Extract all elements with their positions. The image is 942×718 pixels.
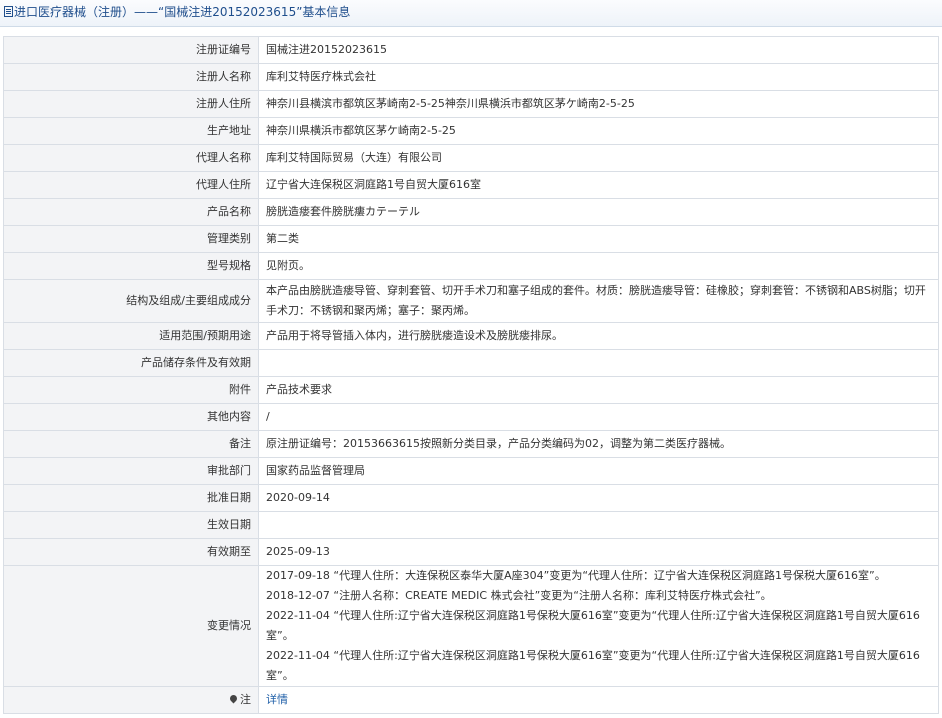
structure-value: 本产品由膀胱造瘘导管、穿刺套管、切开手术刀和塞子组成的套件。材质：膀胱造瘘导管：… [258, 279, 939, 323]
table-row: 型号规格 见附页。 [3, 252, 939, 280]
table-row: 结构及组成/主要组成成分 本产品由膀胱造瘘导管、穿刺套管、切开手术刀和塞子组成的… [3, 279, 939, 323]
approval-date-label: 批准日期 [3, 484, 259, 512]
document-icon [4, 6, 13, 17]
model-value: 见附页。 [258, 252, 939, 280]
note-value: 详情 [258, 686, 939, 714]
scope-value: 产品用于将导管插入体内，进行膀胱瘘造设术及膀胱瘘排尿。 [258, 322, 939, 350]
expiry-date-value: 2025-09-13 [258, 538, 939, 566]
product-name-value: 膀胱造瘘套件膀胱瘻カテーテル [258, 198, 939, 226]
table-row: 注册人名称 库利艾特医疗株式会社 [3, 63, 939, 91]
expiry-date-label: 有效期至 [3, 538, 259, 566]
table-row: 生效日期 [3, 511, 939, 539]
change-entry: 2022-11-04 “代理人住所:辽宁省大连保税区洞庭路1号保税大厦616室”… [266, 649, 920, 682]
agent-name-label: 代理人名称 [3, 144, 259, 172]
product-name-label: 产品名称 [3, 198, 259, 226]
table-row: 注册证编号 国械注进20152023615 [3, 36, 939, 64]
table-row: 注 详情 [3, 686, 939, 714]
storage-label: 产品储存条件及有效期 [3, 349, 259, 377]
approval-date-value: 2020-09-14 [258, 484, 939, 512]
reg-no-label: 注册证编号 [3, 36, 259, 64]
table-row: 审批部门 国家药品监督管理局 [3, 457, 939, 485]
effective-date-value [258, 511, 939, 539]
storage-value [258, 349, 939, 377]
production-address-value: 神奈川県横浜市都筑区茅ケ崎南2-5-25 [258, 117, 939, 145]
page-header: 进口医疗器械（注册）——“国械注进20152023615”基本信息 [0, 0, 942, 27]
table-row: 有效期至 2025-09-13 [3, 538, 939, 566]
table-row: 产品名称 膀胱造瘘套件膀胱瘻カテーテル [3, 198, 939, 226]
structure-label: 结构及组成/主要组成成分 [3, 279, 259, 323]
note-label: 注 [240, 693, 251, 706]
location-pin-icon [228, 693, 239, 704]
table-row: 代理人住所 辽宁省大连保税区洞庭路1号自贸大厦616室 [3, 171, 939, 199]
changes-label: 变更情况 [3, 565, 259, 687]
table-row: 代理人名称 库利艾特国际贸易（大连）有限公司 [3, 144, 939, 172]
change-entry: 2018-12-07 “注册人名称：CREATE MEDIC 株式会社”变更为“… [266, 589, 772, 602]
other-label: 其他内容 [3, 403, 259, 431]
table-row: 备注 原注册证编号：20153663615按照新分类目录，产品分类编码为02，调… [3, 430, 939, 458]
table-row: 产品储存条件及有效期 [3, 349, 939, 377]
agent-address-value: 辽宁省大连保税区洞庭路1号自贸大厦616室 [258, 171, 939, 199]
table-row: 生产地址 神奈川県横浜市都筑区茅ケ崎南2-5-25 [3, 117, 939, 145]
model-label: 型号规格 [3, 252, 259, 280]
registrant-name-value: 库利艾特医疗株式会社 [258, 63, 939, 91]
change-entry: 2022-11-04 “代理人住所:辽宁省大连保税区洞庭路1号保税大厦616室”… [266, 609, 920, 642]
table-row: 其他内容 / [3, 403, 939, 431]
details-link[interactable]: 详情 [266, 693, 288, 706]
approval-dept-value: 国家药品监督管理局 [258, 457, 939, 485]
info-table: 注册证编号 国械注进20152023615 注册人名称 库利艾特医疗株式会社 注… [3, 36, 939, 714]
table-row: 管理类别 第二类 [3, 225, 939, 253]
registrant-address-value: 神奈川县横滨市都筑区茅崎南2-5-25神奈川県横浜市都筑区茅ケ崎南2-5-25 [258, 90, 939, 118]
table-row: 变更情况 2017-09-18 “代理人住所：大连保税区泰华大厦A座304”变更… [3, 565, 939, 687]
approval-dept-label: 审批部门 [3, 457, 259, 485]
change-entry: 2017-09-18 “代理人住所：大连保税区泰华大厦A座304”变更为“代理人… [266, 569, 886, 582]
table-row: 附件 产品技术要求 [3, 376, 939, 404]
category-label: 管理类别 [3, 225, 259, 253]
table-row: 注册人住所 神奈川县横滨市都筑区茅崎南2-5-25神奈川県横浜市都筑区茅ケ崎南2… [3, 90, 939, 118]
registrant-address-label: 注册人住所 [3, 90, 259, 118]
changes-value: 2017-09-18 “代理人住所：大连保税区泰华大厦A座304”变更为“代理人… [258, 565, 939, 687]
registrant-name-label: 注册人名称 [3, 63, 259, 91]
scope-label: 适用范围/预期用途 [3, 322, 259, 350]
attachment-label: 附件 [3, 376, 259, 404]
remark-label: 备注 [3, 430, 259, 458]
agent-name-value: 库利艾特国际贸易（大连）有限公司 [258, 144, 939, 172]
attachment-value: 产品技术要求 [258, 376, 939, 404]
reg-no-value: 国械注进20152023615 [258, 36, 939, 64]
other-value: / [258, 403, 939, 431]
note-label-cell: 注 [3, 686, 259, 714]
production-address-label: 生产地址 [3, 117, 259, 145]
remark-value: 原注册证编号：20153663615按照新分类目录，产品分类编码为02，调整为第… [258, 430, 939, 458]
table-row: 适用范围/预期用途 产品用于将导管插入体内，进行膀胱瘘造设术及膀胱瘘排尿。 [3, 322, 939, 350]
effective-date-label: 生效日期 [3, 511, 259, 539]
page-title: 进口医疗器械（注册）——“国械注进20152023615”基本信息 [14, 5, 351, 19]
table-row: 批准日期 2020-09-14 [3, 484, 939, 512]
category-value: 第二类 [258, 225, 939, 253]
agent-address-label: 代理人住所 [3, 171, 259, 199]
